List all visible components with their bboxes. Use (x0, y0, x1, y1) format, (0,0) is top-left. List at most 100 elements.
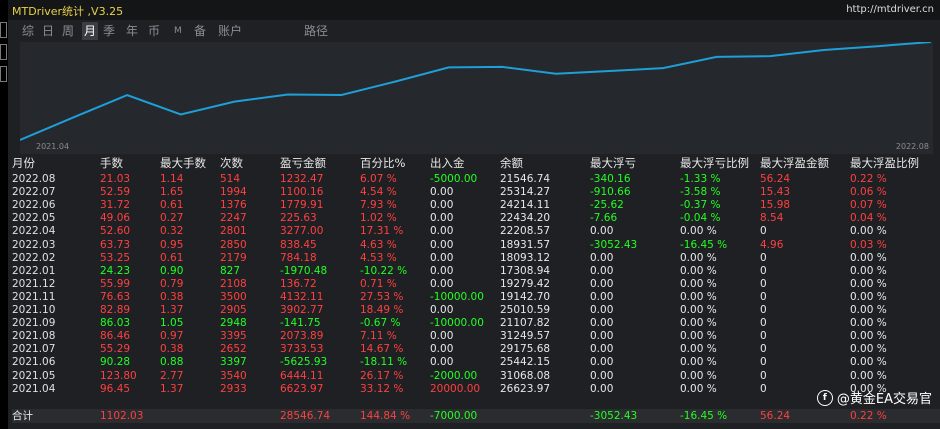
left-window-strip (0, 0, 8, 429)
table-row[interactable]: 2022.05 49.06 0.27 2247 225.63 1.02 % 0.00 2243… (12, 212, 940, 224)
column-header-2[interactable]: 最大手数 (160, 157, 206, 169)
tab-10[interactable]: 路径 (304, 22, 328, 40)
table-cell: 1779.91 (280, 199, 324, 212)
table-cell: 4.96 (760, 238, 784, 251)
table-cell: 82.89 (100, 304, 131, 316)
table-row[interactable]: 2021.05 123.80 2.77 3540 6444.11 26.17 % -2000… (12, 370, 940, 382)
tab-7[interactable]: M (174, 22, 182, 40)
column-header-1[interactable]: 手数 (100, 157, 123, 169)
table-cell: 2021.08 (12, 330, 56, 343)
table-row[interactable]: 2021.04 96.45 1.37 2933 6623.97 33.12 % 20000.… (12, 383, 940, 395)
table-cell: 0.00 % (850, 264, 887, 277)
table-cell: 0.27 (160, 212, 184, 225)
column-header-10[interactable]: 最大浮盈金额 (760, 157, 829, 169)
table-row[interactable]: 2021.10 82.89 1.37 2905 3902.77 18.49 % 0.00 25… (12, 304, 940, 316)
table-cell: -3.58 % (680, 186, 721, 199)
table-cell: 7.93 % (360, 199, 397, 212)
table-cell: 0.06 % (850, 186, 887, 199)
table-cell: 2073.89 (280, 330, 324, 343)
table-cell: 0 (760, 343, 767, 356)
column-header-7[interactable]: 余额 (500, 157, 523, 169)
table-cell: 0.38 (160, 290, 184, 303)
strip-mark (0, 66, 7, 82)
table-cell: 0 (760, 251, 767, 264)
table-cell: 21.03 (100, 173, 131, 185)
table-row[interactable]: 2021.07 55.29 0.38 2652 3733.53 14.67 % 0.00 29… (12, 343, 940, 355)
table-cell: 3902.77 (280, 304, 324, 316)
table-cell: 0 (760, 382, 767, 395)
table-row[interactable]: 2022.02 53.25 0.61 2179 784.18 4.53 % 0.00 1809… (12, 252, 940, 264)
table-cell: 33.12 % (360, 382, 404, 395)
table-cell: 3277.00 (280, 225, 324, 238)
table-cell: -3052.43 (590, 238, 638, 251)
table-cell: 225.63 (280, 212, 317, 225)
tab-4[interactable]: 季 (103, 22, 115, 40)
table-cell: 1232.47 (280, 173, 324, 185)
strip-mark (0, 44, 7, 60)
column-header-0[interactable]: 月份 (12, 157, 35, 169)
table-row[interactable]: 2022.08 21.03 1.14 514 1232.47 6.07 % -5000.00… (12, 173, 940, 185)
table-cell: 15.98 (760, 199, 791, 212)
column-header-5[interactable]: 百分比% (360, 157, 405, 169)
table-cell: 0.00 % (680, 304, 717, 316)
table-cell: 76.63 (100, 290, 131, 303)
table-cell: -10000.00 (430, 290, 484, 303)
app-title: MTDriver统计 ,V3.25 (12, 5, 124, 18)
tab-2[interactable]: 周 (62, 22, 74, 40)
table-row[interactable]: 2022.07 52.59 1.65 1994 1100.16 4.54 % 0.00 253… (12, 186, 940, 198)
column-header-3[interactable]: 次数 (220, 157, 243, 169)
table-cell: 52.59 (100, 186, 131, 199)
table-cell: 17308.94 (500, 264, 551, 277)
table-cell: 0.61 (160, 251, 184, 264)
website-link[interactable]: http://mtdriver.cn (846, 4, 934, 15)
table-cell: -0.37 % (680, 199, 721, 212)
table-cell: -5000.00 (430, 173, 478, 185)
table-cell: 86.46 (100, 330, 131, 343)
table-cell: 2021.07 (12, 343, 56, 356)
column-header-11[interactable]: 最大浮盈比例 (850, 157, 919, 169)
table-row[interactable]: 2021.12 55.99 0.79 2108 136.72 0.71 % 0.00 1927… (12, 278, 940, 290)
total-cell: 28546.74 (280, 410, 331, 422)
table-cell: -340.16 (590, 173, 631, 185)
column-header-8[interactable]: 最大浮亏 (590, 157, 636, 169)
table-row[interactable]: 2022.03 63.73 0.95 2850 838.45 4.63 % 0.00 1893… (12, 239, 940, 251)
table-cell: 25442.15 (500, 356, 551, 369)
table-cell: 0.00 % (680, 225, 717, 238)
table-cell: 63.73 (100, 238, 131, 251)
table-cell: 0.03 % (850, 238, 887, 251)
tab-5[interactable]: 年 (126, 22, 138, 40)
tab-9[interactable]: 账户 (218, 22, 242, 40)
table-cell: -1970.48 (280, 264, 328, 277)
table-cell: 1.37 (160, 304, 184, 316)
table-cell: 0.97 (160, 330, 184, 343)
table-cell: 1.37 (160, 382, 184, 395)
table-row[interactable]: 2022.04 52.60 0.32 2801 3277.00 17.31 % 0.00 22… (12, 225, 940, 237)
table-row[interactable]: 2021.08 86.46 0.97 3395 2073.89 7.11 % 0.00 312… (12, 330, 940, 342)
column-header-6[interactable]: 出入金 (430, 157, 465, 169)
table-row[interactable]: 2022.01 24.23 0.90 827 -1970.48 -10.22 % 0.00 1… (12, 265, 940, 277)
table-cell: 90.28 (100, 356, 131, 369)
table-cell: -910.66 (590, 186, 631, 199)
table-cell: -0.67 % (360, 317, 401, 330)
table-cell: 25314.27 (500, 186, 551, 199)
table-cell: 0.00 (590, 277, 614, 290)
table-cell: 2021.12 (12, 277, 56, 290)
table-cell: 2.77 (160, 369, 184, 382)
table-cell: 0.00 (430, 199, 454, 212)
table-cell: 24.23 (100, 264, 131, 277)
tab-0[interactable]: 综 (22, 22, 34, 40)
table-cell: 49.06 (100, 212, 131, 225)
column-header-9[interactable]: 最大浮亏比例 (680, 157, 749, 169)
tab-1[interactable]: 日 (42, 22, 54, 40)
table-row[interactable]: 2022.06 31.72 0.61 1376 1779.91 7.93 % 0.00 242… (12, 199, 940, 211)
table-cell: -10000.00 (430, 317, 484, 330)
table-cell: 18093.12 (500, 251, 551, 264)
tab-8[interactable]: 备 (194, 22, 206, 40)
table-row[interactable]: 2021.11 76.63 0.38 3500 4132.11 27.53 % -10000… (12, 291, 940, 303)
tab-6[interactable]: 币 (148, 22, 160, 40)
column-header-4[interactable]: 盈亏金额 (280, 157, 326, 169)
table-cell: 0.61 (160, 199, 184, 212)
tab-3[interactable]: 月 (82, 22, 99, 40)
table-row[interactable]: 2021.09 86.03 1.05 2948 -141.75 -0.67 % -10000… (12, 317, 940, 329)
table-row[interactable]: 2021.06 90.28 0.88 3397 -5625.93 -18.11 % 0.00… (12, 356, 940, 368)
